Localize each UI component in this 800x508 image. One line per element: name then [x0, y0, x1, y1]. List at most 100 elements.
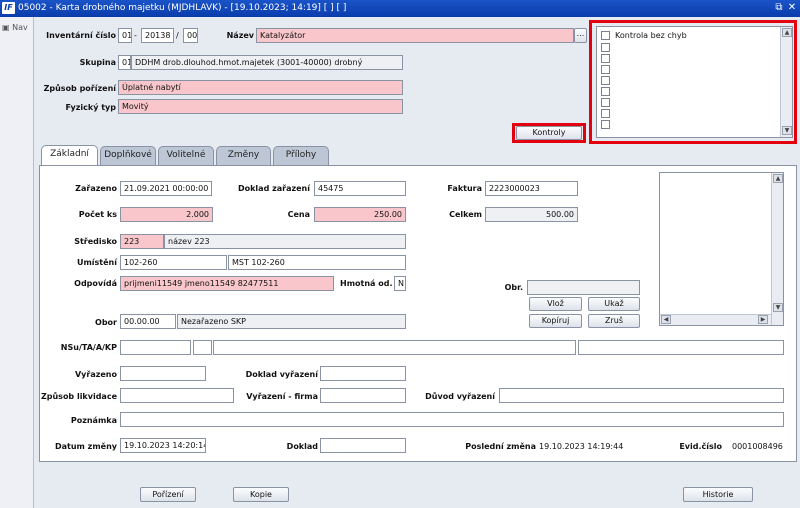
field-code-field[interactable]: 00.00.00	[120, 314, 176, 329]
show-image-button[interactable]: Ukaž	[588, 297, 640, 311]
evidence-number-value: 0001008496	[732, 442, 783, 451]
check-row-checkbox[interactable]	[601, 120, 610, 129]
name-field[interactable]: Katalyzátor	[256, 28, 574, 43]
check-row-checkbox[interactable]	[601, 54, 610, 63]
nav-button[interactable]: ▣ Nav	[2, 23, 28, 32]
group-label: Skupina	[79, 58, 116, 67]
material-responsible-field[interactable]: N	[394, 276, 406, 291]
copy-image-button[interactable]: Kopíruj	[529, 314, 582, 328]
image-label: Obr.	[504, 283, 523, 292]
inventory-number-part1[interactable]: 01	[118, 28, 132, 43]
tab-volitelne[interactable]: Volitelné	[158, 146, 214, 165]
checks-list: Kontrola bez chyb ▲ ▼	[596, 26, 793, 138]
inventory-number-part2[interactable]: 20138	[141, 28, 174, 43]
group-description: DDHM drob.dlouhod.hmot.majetek (3001-400…	[131, 55, 403, 70]
location-code-field[interactable]: 102-260	[120, 255, 227, 270]
total-label: Celkem	[449, 210, 482, 219]
placement-document-field[interactable]: 45475	[314, 181, 406, 196]
check-row-checkbox[interactable]	[601, 43, 610, 52]
attachment-list: ▲ ▼ ◀ ▶	[659, 172, 784, 326]
disposal-reason-field[interactable]	[499, 388, 784, 403]
copy-button[interactable]: Kopie	[233, 487, 289, 502]
placed-date-field[interactable]: 21.09.2021 00:00:00	[120, 181, 212, 196]
check-row-checkbox[interactable]	[601, 87, 610, 96]
disposal-document-field[interactable]	[320, 366, 406, 381]
name-lookup-button[interactable]: ...	[574, 28, 587, 43]
attachment-vscrollbar[interactable]: ▲ ▼	[771, 173, 783, 325]
inventory-number-part3[interactable]: 00	[183, 28, 198, 43]
restore-icon[interactable]: ⧉	[773, 1, 785, 14]
invoice-field[interactable]: 2223000023	[485, 181, 578, 196]
document-field[interactable]	[320, 438, 406, 453]
total-field: 500.00	[485, 207, 578, 222]
price-label: Cena	[287, 210, 310, 219]
acquisition-method-label: Způsob pořízení	[43, 84, 116, 93]
quantity-field[interactable]: 2.000	[120, 207, 213, 222]
tab-doplnkove[interactable]: Doplňkové	[100, 146, 156, 165]
placement-document-label: Doklad zařazení	[237, 184, 310, 193]
group-code-field[interactable]: 01	[118, 55, 131, 70]
title-bar: IF 05002 - Karta drobného majetku (MJDHL…	[0, 0, 800, 17]
responsible-field[interactable]: prijmeni11549 jmeno11549 82477511	[120, 276, 334, 291]
scroll-up-icon[interactable]: ▲	[782, 28, 792, 37]
note-label: Poznámka	[70, 416, 117, 425]
cost-center-label: Středisko	[74, 237, 117, 246]
invoice-label: Faktura	[447, 184, 482, 193]
disposal-reason-label: Důvod vyřazení	[425, 392, 495, 401]
attachment-hscrollbar[interactable]: ◀ ▶	[660, 314, 771, 325]
acquisition-button[interactable]: Pořízení	[140, 487, 196, 502]
change-date-field[interactable]: 19.10.2023 14:20:14	[120, 438, 206, 453]
liquidation-method-field[interactable]	[120, 388, 234, 403]
placed-label: Zařazeno	[75, 184, 117, 193]
physical-type-field[interactable]: Movitý	[118, 99, 403, 114]
disposal-firm-field[interactable]	[320, 388, 406, 403]
insert-image-button[interactable]: Vlož	[529, 297, 582, 311]
last-change-value: 19.10.2023 14:19:44	[539, 442, 624, 451]
check-row-checkbox[interactable]	[601, 76, 610, 85]
nsu-label: NSu/TA/A/KP	[60, 343, 117, 352]
check-row-checkbox[interactable]	[601, 109, 610, 118]
kontroly-button[interactable]: Kontroly	[516, 126, 582, 140]
inventory-number-label: Inventární číslo	[46, 31, 116, 40]
last-change-label: Poslední změna	[465, 442, 536, 451]
check-row-checkbox[interactable]	[601, 65, 610, 74]
document-label: Doklad	[286, 442, 318, 451]
ta-field[interactable]	[193, 340, 212, 355]
checks-scrollbar[interactable]: ▲ ▼	[780, 27, 792, 137]
scroll-down-icon[interactable]: ▼	[782, 126, 792, 135]
history-button[interactable]: Historie	[683, 487, 753, 502]
scroll-left-icon[interactable]: ◀	[661, 315, 671, 324]
material-responsible-label: Hmotná od.	[340, 279, 393, 288]
kp-field[interactable]	[578, 340, 784, 355]
field-name: Nezařazeno SKP	[177, 314, 406, 329]
check-row-checkbox[interactable]	[601, 98, 610, 107]
nsu-field[interactable]	[120, 340, 191, 355]
acquisition-method-field[interactable]: Úplatné nabytí	[118, 80, 403, 95]
physical-type-label: Fyzický typ	[65, 103, 116, 112]
tab-prilohy[interactable]: Přílohy	[273, 146, 329, 165]
left-navigation-strip: ▣ Nav	[0, 17, 34, 508]
close-icon[interactable]: ✕	[786, 1, 798, 14]
quantity-label: Počet ks	[78, 210, 117, 219]
window-title: 05002 - Karta drobného majetku (MJDHLAVK…	[18, 3, 347, 13]
field-label: Obor	[95, 318, 117, 327]
price-field[interactable]: 250.00	[314, 207, 406, 222]
tab-zmeny[interactable]: Změny	[216, 146, 271, 165]
app-icon: IF	[2, 2, 15, 14]
cost-center-code-field[interactable]: 223	[120, 234, 164, 249]
name-label: Název	[226, 31, 254, 40]
scroll-right-icon[interactable]: ▶	[758, 315, 768, 324]
check-row-checkbox[interactable]	[601, 31, 610, 40]
scroll-up-icon[interactable]: ▲	[773, 174, 783, 183]
note-field[interactable]	[120, 412, 784, 427]
delete-image-button[interactable]: Zruš	[588, 314, 640, 328]
a-field[interactable]	[213, 340, 576, 355]
evidence-number-label: Evid.číslo	[679, 442, 722, 451]
location-name-field[interactable]: MST 102-260	[228, 255, 406, 270]
disposed-field[interactable]	[120, 366, 206, 381]
tab-zakladni[interactable]: Základní	[41, 145, 98, 165]
change-date-label: Datum změny	[54, 442, 117, 451]
cost-center-name: název 223	[164, 234, 406, 249]
scroll-down-icon[interactable]: ▼	[773, 303, 783, 312]
responsible-label: Odpovídá	[74, 279, 117, 288]
